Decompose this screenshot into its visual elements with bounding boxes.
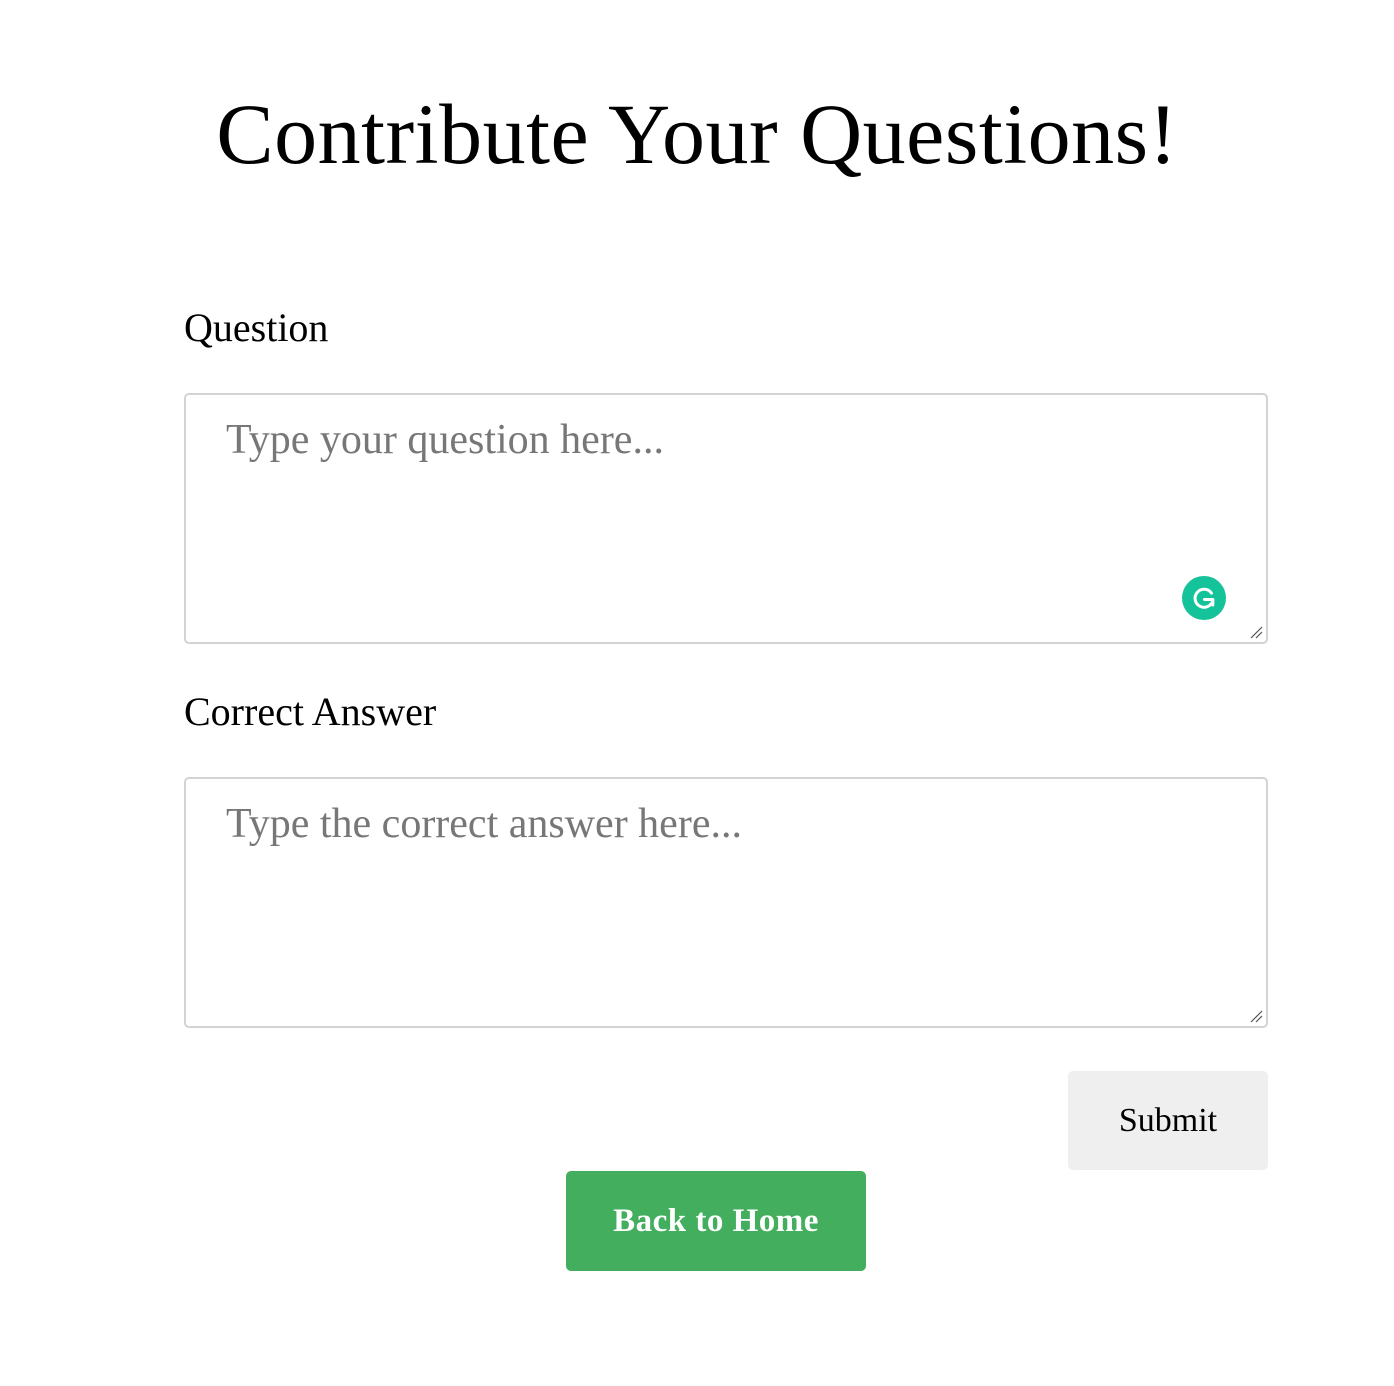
page-title: Contribute Your Questions! <box>216 86 1178 182</box>
question-field-container <box>184 393 1268 644</box>
question-textarea[interactable] <box>186 395 1266 642</box>
answer-field-container <box>184 777 1268 1028</box>
answer-label: Correct Answer <box>184 689 437 734</box>
resize-handle-icon[interactable] <box>1249 1009 1263 1023</box>
back-to-home-button[interactable]: Back to Home <box>566 1171 866 1271</box>
answer-textarea[interactable] <box>186 779 1266 1026</box>
question-label: Question <box>184 305 329 350</box>
grammarly-icon[interactable] <box>1182 576 1226 620</box>
resize-handle-icon[interactable] <box>1249 625 1263 639</box>
submit-button[interactable]: Submit <box>1068 1071 1268 1170</box>
